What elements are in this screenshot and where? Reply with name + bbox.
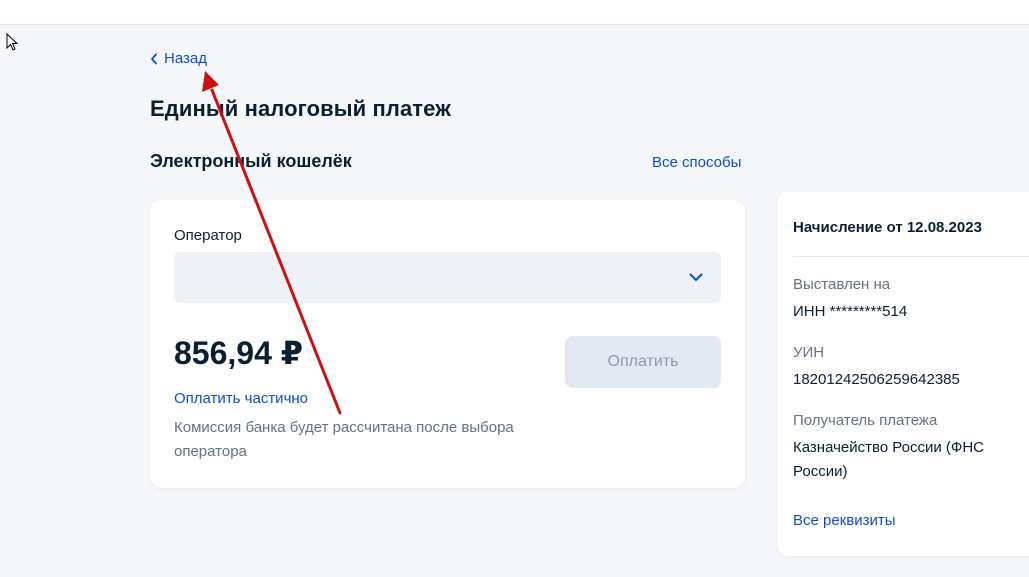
page-title: Единый налоговый платеж: [150, 96, 451, 121]
issued-to-label: Выставлен на: [793, 276, 891, 293]
top-bar: [0, 0, 1029, 25]
commission-note: Комиссия банка будет рассчитана после вы…: [174, 419, 514, 460]
mouse-cursor-icon: [6, 33, 19, 51]
issued-to-value: ИНН *********514: [793, 303, 908, 320]
recipient-label: Получатель платежа: [793, 412, 938, 429]
all-details-link[interactable]: Все реквизиты: [793, 512, 896, 529]
payment-method-title: Электронный кошелёк: [150, 151, 352, 171]
back-link[interactable]: Назад: [150, 50, 207, 67]
pay-partially-link[interactable]: Оплатить частично: [174, 390, 308, 407]
charge-info-card: Начисление от 12.08.2023 Выставлен на ИН…: [777, 192, 1029, 556]
payment-card: Оператор 856,94 ₽ Оплатить Оплатить част…: [150, 200, 745, 488]
operator-label: Оператор: [174, 227, 242, 244]
operator-select[interactable]: [174, 252, 721, 303]
charge-title: Начисление от 12.08.2023: [793, 219, 982, 236]
uin-value: 18201242506259642385: [793, 371, 960, 388]
all-methods-link[interactable]: Все способы: [652, 154, 741, 171]
payment-amount: 856,94 ₽: [174, 335, 304, 371]
recipient-value: Казначейство России (ФНС России): [793, 439, 984, 480]
uin-label: УИН: [793, 344, 825, 361]
chevron-down-icon: [689, 273, 703, 281]
back-link-label: Назад: [164, 50, 207, 67]
pay-button[interactable]: Оплатить: [565, 336, 721, 388]
divider: [793, 256, 1029, 257]
chevron-left-icon: [151, 53, 157, 64]
